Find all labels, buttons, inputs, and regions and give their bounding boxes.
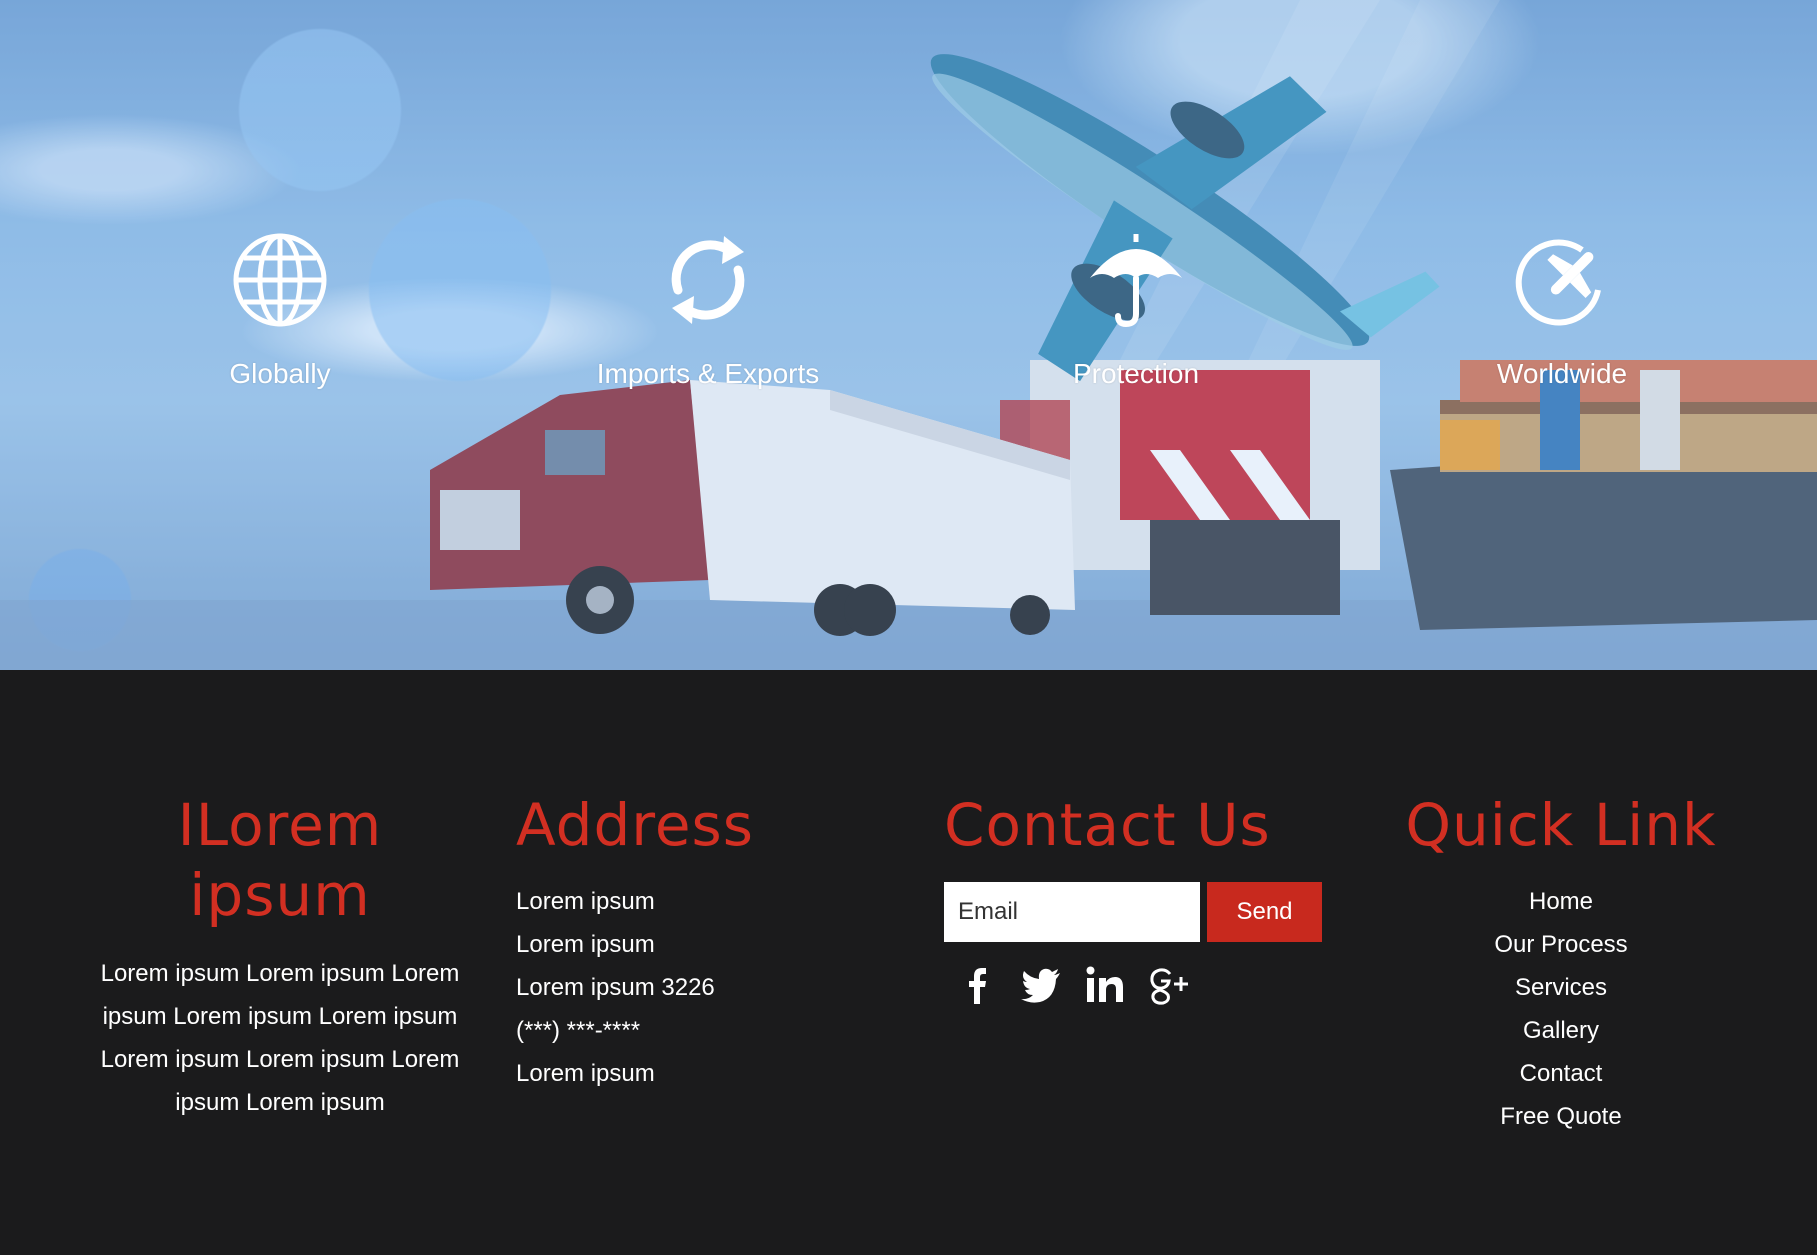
- refresh-arrows-icon: [658, 230, 758, 330]
- link-services[interactable]: Services: [1515, 974, 1607, 1001]
- feature-imports-exports: Imports & Exports: [548, 230, 868, 390]
- contact-title: Contact Us: [944, 791, 1271, 859]
- address-line: Lorem ipsum: [516, 931, 655, 958]
- feature-protection: Protection: [976, 230, 1296, 390]
- link-our-process[interactable]: Our Process: [1494, 931, 1627, 958]
- google-plus-icon[interactable]: [1148, 964, 1190, 1006]
- address-line: Lorem ipsum 3226: [516, 974, 715, 1001]
- feature-globally: Globally: [120, 230, 440, 390]
- feature-label: Globally: [229, 358, 331, 389]
- footer-about: ILorem ipsum Lorem ipsum Lorem ipsum Lor…: [88, 790, 472, 1124]
- feature-worldwide: Worldwide: [1402, 230, 1722, 390]
- linkedin-icon[interactable]: [1084, 964, 1126, 1006]
- site-footer: ILorem ipsum Lorem ipsum Lorem ipsum Lor…: [0, 670, 1817, 1255]
- quick-links-list: Home Our Process Services Gallery Contac…: [1400, 880, 1722, 1138]
- address-title: Address: [516, 791, 754, 859]
- twitter-icon[interactable]: [1020, 964, 1062, 1006]
- address-line: Lorem ipsum: [516, 888, 655, 915]
- feature-label: Worldwide: [1496, 358, 1628, 389]
- email-input[interactable]: [944, 882, 1200, 942]
- feature-label: Imports & Exports: [596, 358, 820, 389]
- hero-banner: Globally Imports & Exports Protection Wo…: [0, 0, 1817, 670]
- address-list: Lorem ipsum Lorem ipsum Lorem ipsum 3226…: [516, 880, 896, 1095]
- link-gallery[interactable]: Gallery: [1523, 1017, 1599, 1044]
- about-text: Lorem ipsum Lorem ipsum Lorem ipsum Lore…: [100, 960, 460, 1116]
- phone-number: (***) ***-****: [516, 1017, 641, 1044]
- facebook-icon[interactable]: [956, 964, 998, 1006]
- newsletter-form: Send: [944, 882, 1344, 942]
- feature-label: Protection: [1072, 358, 1200, 389]
- footer-quick-links: Quick Link Home Our Process Services Gal…: [1400, 790, 1722, 1138]
- link-contact[interactable]: Contact: [1520, 1060, 1603, 1087]
- link-free-quote[interactable]: Free Quote: [1500, 1103, 1621, 1130]
- address-line: Lorem ipsum: [516, 1060, 655, 1087]
- send-button[interactable]: Send: [1207, 882, 1322, 942]
- footer-address: Address Lorem ipsum Lorem ipsum Lorem ip…: [516, 790, 896, 1095]
- link-home[interactable]: Home: [1529, 888, 1593, 915]
- feature-row: Globally Imports & Exports Protection Wo…: [0, 0, 1817, 670]
- footer-contact: Contact Us Send: [944, 790, 1344, 1006]
- globe-icon: [230, 230, 330, 330]
- umbrella-icon: [1086, 230, 1186, 330]
- social-links: [956, 964, 1344, 1006]
- airplane-globe-icon: [1512, 230, 1612, 330]
- about-title: ILorem ipsum: [177, 791, 383, 929]
- quick-links-title: Quick Link: [1405, 791, 1717, 859]
